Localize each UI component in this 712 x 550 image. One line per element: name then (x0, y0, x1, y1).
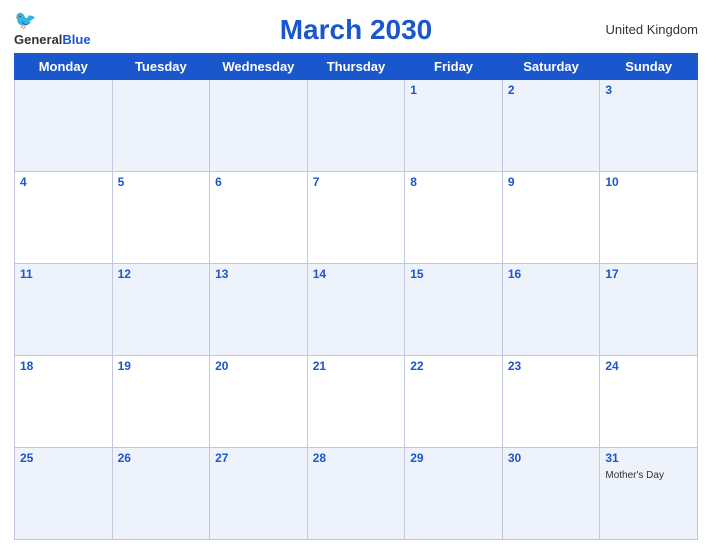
calendar-cell (112, 80, 210, 172)
calendar-week-row: 11 12 13 14 15 16 17 (15, 264, 698, 356)
calendar-cell: 31 Mother's Day (600, 448, 698, 540)
logo-general-text: General (14, 32, 62, 47)
calendar-cell: 12 (112, 264, 210, 356)
day-number: 8 (410, 175, 497, 189)
day-number: 25 (20, 451, 107, 465)
day-number: 24 (605, 359, 692, 373)
day-number: 1 (410, 83, 497, 97)
calendar-week-row: 456789 10 (15, 172, 698, 264)
day-number: 26 (118, 451, 205, 465)
calendar-cell: 24 (600, 356, 698, 448)
weekday-header-row: MondayTuesdayWednesdayThursdayFridaySatu… (15, 54, 698, 80)
day-number: 2 (508, 83, 595, 97)
logo: 🐦 GeneralBlue (14, 10, 114, 49)
day-number: 31 (605, 451, 692, 465)
calendar-cell: 10 (600, 172, 698, 264)
calendar-cell: 16 (502, 264, 600, 356)
calendar-cell: 27 (210, 448, 308, 540)
day-number: 14 (313, 267, 400, 281)
calendar-cell: 22 (405, 356, 503, 448)
calendar-cell: 21 (307, 356, 405, 448)
calendar-cell: 9 (502, 172, 600, 264)
calendar-cell: 25 (15, 448, 113, 540)
calendar-cell (15, 80, 113, 172)
day-number: 4 (20, 175, 107, 189)
day-number: 9 (508, 175, 595, 189)
calendar-cell: 8 (405, 172, 503, 264)
day-number: 15 (410, 267, 497, 281)
day-number: 12 (118, 267, 205, 281)
day-number: 30 (508, 451, 595, 465)
calendar-cell: 11 (15, 264, 113, 356)
calendar-cell: 26 (112, 448, 210, 540)
calendar-cell: 3 (600, 80, 698, 172)
country-label: United Kingdom (598, 22, 698, 37)
calendar-cell: 14 (307, 264, 405, 356)
day-number: 13 (215, 267, 302, 281)
calendar-week-row: 25 26 27 28 29 30 31 Mother's Day (15, 448, 698, 540)
calendar-cell (210, 80, 308, 172)
day-number: 18 (20, 359, 107, 373)
calendar-cell: 2 (502, 80, 600, 172)
calendar-cell: 15 (405, 264, 503, 356)
calendar-cell (307, 80, 405, 172)
weekday-header-friday: Friday (405, 54, 503, 80)
day-number: 28 (313, 451, 400, 465)
calendar-title: March 2030 (114, 14, 598, 46)
calendar-cell: 28 (307, 448, 405, 540)
calendar-cell: 17 (600, 264, 698, 356)
weekday-header-tuesday: Tuesday (112, 54, 210, 80)
weekday-header-sunday: Sunday (600, 54, 698, 80)
calendar-cell: 4 (15, 172, 113, 264)
top-header: 🐦 GeneralBlue March 2030 United Kingdom (14, 10, 698, 49)
day-number: 22 (410, 359, 497, 373)
day-number: 10 (605, 175, 692, 189)
day-number: 5 (118, 175, 205, 189)
calendar-cell: 19 (112, 356, 210, 448)
calendar-cell: 30 (502, 448, 600, 540)
calendar-cell: 5 (112, 172, 210, 264)
day-number: 23 (508, 359, 595, 373)
day-number: 29 (410, 451, 497, 465)
calendar-cell: 29 (405, 448, 503, 540)
day-number: 11 (20, 267, 107, 281)
calendar-cell: 20 (210, 356, 308, 448)
day-event: Mother's Day (605, 470, 664, 481)
calendar-week-row: 18 19 20 21 22 23 24 (15, 356, 698, 448)
weekday-header-saturday: Saturday (502, 54, 600, 80)
day-number: 6 (215, 175, 302, 189)
day-number: 16 (508, 267, 595, 281)
weekday-header-monday: Monday (15, 54, 113, 80)
calendar-cell: 7 (307, 172, 405, 264)
day-number: 20 (215, 359, 302, 373)
calendar-cell: 1 (405, 80, 503, 172)
day-number: 21 (313, 359, 400, 373)
day-number: 27 (215, 451, 302, 465)
calendar-cell: 6 (210, 172, 308, 264)
day-number: 7 (313, 175, 400, 189)
weekday-header-thursday: Thursday (307, 54, 405, 80)
calendar-table: MondayTuesdayWednesdayThursdayFridaySatu… (14, 53, 698, 540)
calendar-week-row: 123 (15, 80, 698, 172)
day-number: 19 (118, 359, 205, 373)
calendar-cell: 18 (15, 356, 113, 448)
logo-blue-text: Blue (62, 32, 90, 47)
logo-bird-icon: 🐦 (14, 10, 36, 31)
calendar-cell: 23 (502, 356, 600, 448)
day-number: 17 (605, 267, 692, 281)
weekday-header-wednesday: Wednesday (210, 54, 308, 80)
day-number: 3 (605, 83, 692, 97)
calendar-cell: 13 (210, 264, 308, 356)
